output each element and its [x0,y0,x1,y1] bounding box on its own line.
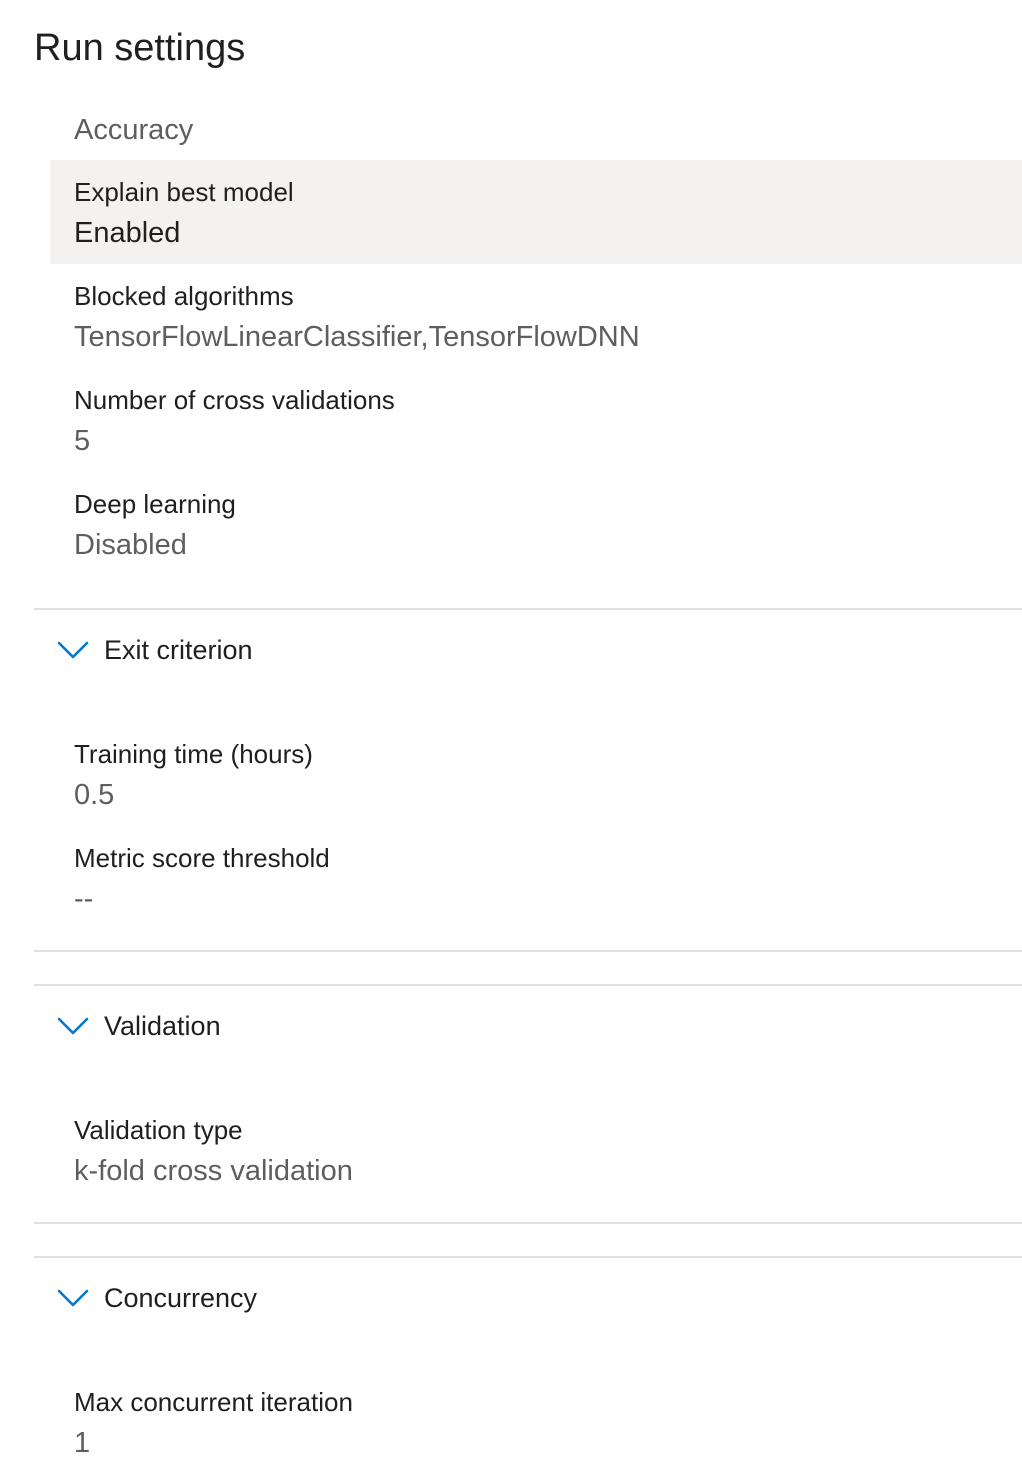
setting-label: Max concurrent iteration [74,1387,353,1417]
section-divider [34,984,1022,986]
setting-row-cross-validations: Number of cross validations 5 [50,368,1022,472]
setting-label: Training time (hours) [74,739,313,769]
validation-section-title: Validation [104,1011,221,1041]
chevron-down-icon [57,641,89,659]
section-divider [34,1222,1022,1224]
setting-row-explain-best-model: Explain best model Enabled [50,160,1022,264]
setting-value: Disabled [74,529,187,561]
setting-label: Blocked algorithms [74,281,294,311]
setting-row-metric-score-threshold: Metric score threshold -- [50,826,1022,930]
exit-criterion-section-toggle[interactable]: Exit criterion [50,620,1022,680]
section-divider [34,608,1022,610]
setting-label: Explain best model [74,177,294,207]
chevron-down-icon [57,1289,89,1307]
section-divider [34,950,1022,952]
primary-metric-value: Accuracy [74,114,194,146]
setting-label: Validation type [74,1115,243,1145]
setting-row-blocked-algorithms: Blocked algorithms TensorFlowLinearClass… [50,264,1022,368]
concurrency-section-title: Concurrency [104,1283,258,1313]
section-divider [34,1256,1022,1258]
setting-value: Enabled [74,217,181,249]
setting-row-validation-type: Validation type k-fold cross validation [50,1098,1022,1202]
setting-value: 5 [74,425,91,457]
setting-label: Number of cross validations [74,385,395,415]
setting-row-deep-learning: Deep learning Disabled [50,472,1022,576]
setting-value: TensorFlowLinearClassifier,TensorFlowDNN [74,321,640,353]
setting-row-max-concurrent-iteration: Max concurrent iteration 1 [50,1370,1022,1474]
setting-value: 0.5 [74,779,115,811]
exit-criterion-section-title: Exit criterion [104,635,253,665]
setting-value: -- [74,883,94,915]
concurrency-section-toggle[interactable]: Concurrency [50,1268,1022,1328]
setting-value: 1 [74,1427,91,1459]
setting-label: Deep learning [74,489,236,519]
page-title: Run settings [34,27,246,69]
setting-value: k-fold cross validation [74,1155,353,1187]
setting-row-training-time: Training time (hours) 0.5 [50,722,1022,826]
validation-section-toggle[interactable]: Validation [50,996,1022,1056]
chevron-down-icon [57,1017,89,1035]
setting-label: Metric score threshold [74,843,330,873]
